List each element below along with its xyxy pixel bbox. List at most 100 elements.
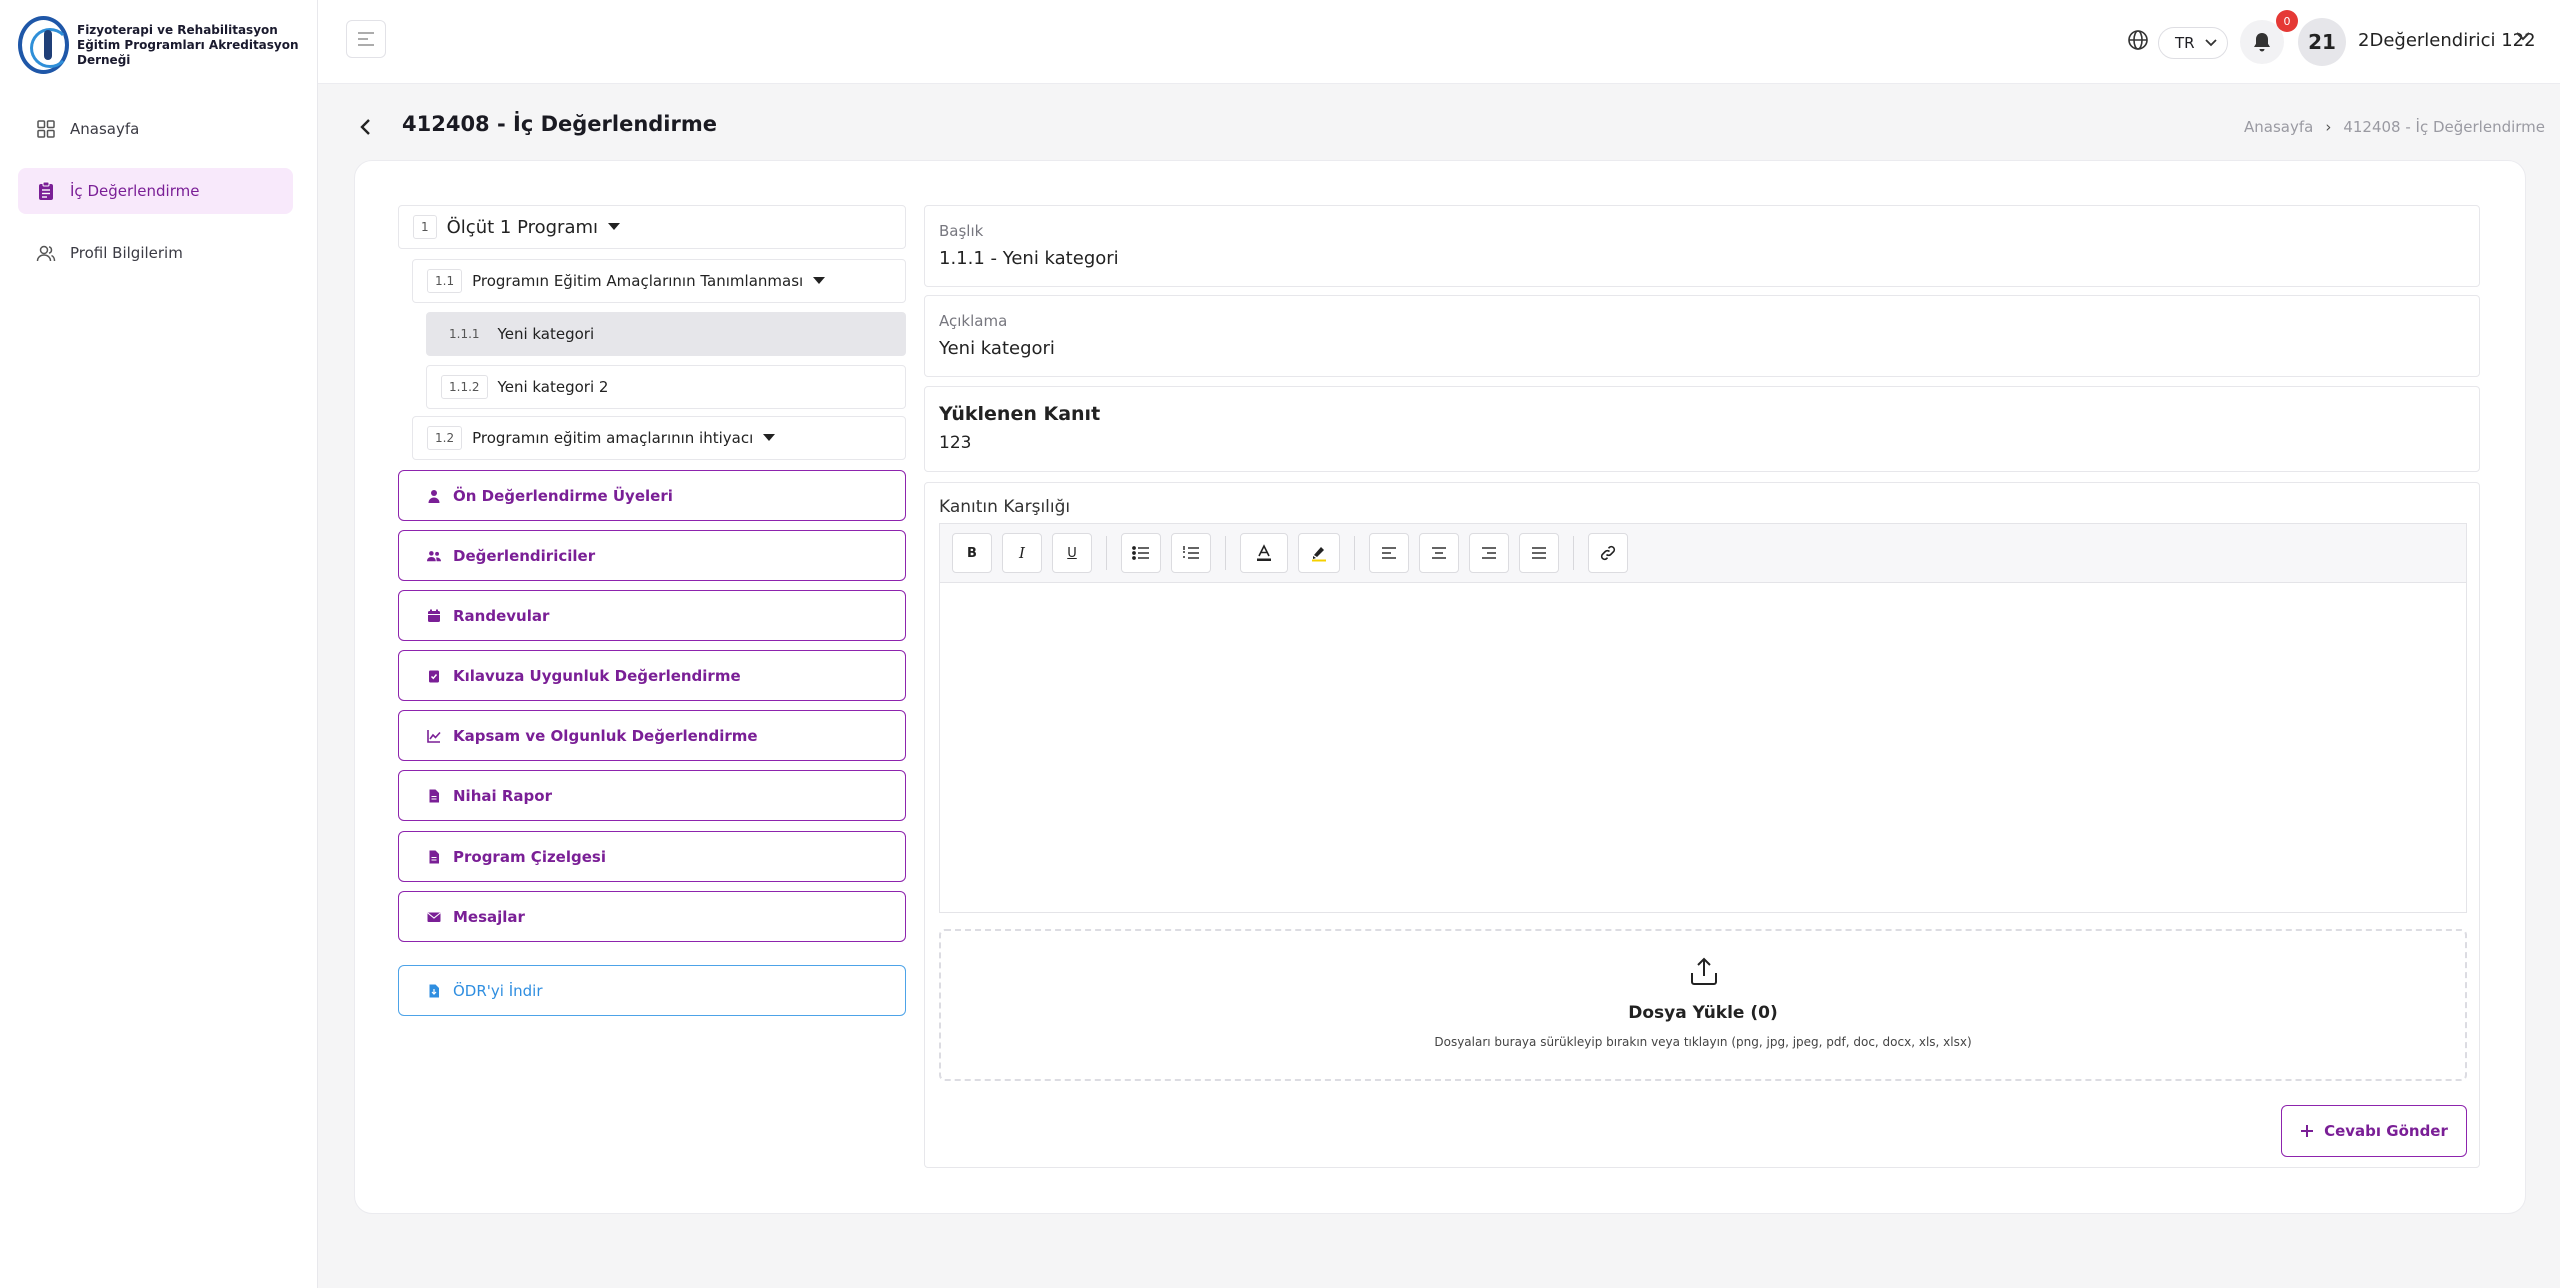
align-center-icon — [1432, 547, 1446, 559]
users-icon — [427, 550, 441, 561]
highlighter-icon — [1312, 547, 1326, 562]
button-label: Randevular — [453, 606, 550, 625]
brand-line-1: Fizyoterapi ve Rehabilitasyon — [77, 22, 278, 37]
clipboard-check-icon — [429, 670, 439, 682]
sidebar-item-label: İç Değerlendirme — [70, 182, 200, 200]
cevabi-gonder-button[interactable]: Cevabı Gönder — [2281, 1105, 2467, 1157]
program-cizelgesi-button[interactable]: Program Çizelgesi — [398, 831, 906, 882]
kilavuza-uygunluk-button[interactable]: Kılavuza Uygunluk Değerlendirme — [398, 650, 906, 701]
baslik-label: Başlık — [939, 222, 984, 240]
ordered-list-button[interactable] — [1171, 533, 1211, 573]
tree-node-1[interactable]: 1 Ölçüt 1 Programı — [398, 205, 906, 249]
chevron-down-icon — [2205, 39, 2217, 47]
button-label: ÖDR'yi İndir — [453, 981, 543, 1000]
plus-icon — [2301, 1125, 2314, 1137]
sidebar-item-ic-degerlendirme[interactable]: İç Değerlendirme — [18, 168, 293, 214]
sidebar-item-anasayfa[interactable]: Anasayfa — [18, 106, 293, 152]
brand-line-2: Eğitim Programları Akreditasyon Derneği — [77, 37, 299, 67]
chevron-down-icon — [813, 277, 826, 284]
user-name[interactable]: 2Değerlendirici 122 — [2358, 30, 2536, 51]
toolbar-divider — [1354, 536, 1355, 570]
tree-node-label: Yeni kategori — [497, 325, 595, 343]
button-label: Nihai Rapor — [453, 786, 552, 805]
editor-title: Kanıtın Karşılığı — [939, 497, 1071, 517]
chevron-down-icon — [608, 223, 621, 230]
tree-node-number: 1.2 — [427, 426, 463, 450]
file-icon — [429, 850, 439, 863]
italic-icon: I — [1019, 544, 1025, 562]
tree-node-label: Programın eğitim amaçlarının ihtiyacı — [472, 429, 754, 447]
tree-node-number: 1 — [413, 215, 437, 239]
yuklenen-kanit-label: Yüklenen Kanıt — [939, 403, 1101, 425]
bold-button[interactable]: B — [952, 533, 992, 573]
menu-toggle-button[interactable] — [346, 20, 386, 58]
mesajlar-button[interactable]: Mesajlar — [398, 891, 906, 942]
logo-icon — [18, 16, 70, 74]
align-left-button[interactable] — [1369, 533, 1409, 573]
toolbar-divider — [1106, 536, 1107, 570]
text-color-icon — [1257, 544, 1271, 561]
back-arrow-icon[interactable] — [356, 115, 376, 139]
breadcrumb-current: 412408 - İç Değerlendirme — [2343, 118, 2546, 136]
yuklenen-kanit-value: 123 — [939, 433, 972, 453]
kapsam-olgunluk-button[interactable]: Kapsam ve Olgunluk Değerlendirme — [398, 710, 906, 761]
chart-line-icon — [427, 729, 441, 743]
highlight-button[interactable] — [1298, 533, 1340, 573]
button-label: Değerlendiriciler — [453, 546, 596, 565]
align-justify-button[interactable] — [1519, 533, 1559, 573]
upload-hint: Dosyaları buraya sürükleyip bırakın veya… — [1434, 1035, 1972, 1049]
user-icon — [428, 489, 440, 503]
sidebar-nav: Anasayfa İç Değerlendirme Profil Bilgile… — [18, 106, 293, 292]
tree-node-number: 1.1 — [427, 269, 463, 293]
tree-node-label: Ölçüt 1 Programı — [446, 216, 599, 238]
envelope-icon — [427, 912, 441, 922]
toolbar-divider — [1573, 536, 1574, 570]
baslik-panel: Başlık 1.1.1 - Yeni kategori — [924, 205, 2480, 287]
page-title: 412408 - İç Değerlendirme — [402, 112, 717, 136]
align-right-button[interactable] — [1469, 533, 1509, 573]
align-center-button[interactable] — [1419, 533, 1459, 573]
bullet-list-icon — [1132, 546, 1149, 560]
odr-indir-button[interactable]: ÖDR'yi İndir — [398, 965, 906, 1016]
tree-node-1-1[interactable]: 1.1 Programın Eğitim Amaçlarının Tanımla… — [412, 259, 906, 303]
randevular-button[interactable]: Randevular — [398, 590, 906, 641]
notification-count-badge: 0 — [2276, 10, 2298, 32]
sidebar-item-profil[interactable]: Profil Bilgilerim — [18, 230, 293, 276]
text-color-button[interactable] — [1240, 533, 1288, 573]
bell-icon — [2254, 33, 2270, 52]
avatar[interactable]: 21 — [2298, 18, 2346, 66]
breadcrumb-separator: › — [2325, 118, 2332, 136]
button-label: Ön Değerlendirme Üyeleri — [453, 486, 673, 505]
on-degerlendirme-uyeleri-button[interactable]: Ön Değerlendirme Üyeleri — [398, 470, 906, 521]
tree-node-1-1-2[interactable]: 1.1.2 Yeni kategori 2 — [426, 365, 906, 409]
chevron-down-icon — [763, 434, 776, 441]
underline-button[interactable]: U — [1052, 533, 1092, 573]
tree-node-1-2[interactable]: 1.2 Programın eğitim amaçlarının ihtiyac… — [412, 416, 906, 460]
link-button[interactable] — [1588, 533, 1628, 573]
sidebar: Fizyoterapi ve Rehabilitasyon Eğitim Pro… — [0, 0, 318, 1288]
underline-icon: U — [1067, 545, 1077, 561]
button-label: Program Çizelgesi — [453, 847, 606, 866]
degerlendiriciler-button[interactable]: Değerlendiriciler — [398, 530, 906, 581]
bullet-list-button[interactable] — [1121, 533, 1161, 573]
brand-logo[interactable]: Fizyoterapi ve Rehabilitasyon Eğitim Pro… — [18, 16, 317, 74]
tree-node-number: 1.1.1 — [449, 327, 480, 341]
users-icon — [36, 245, 56, 262]
language-value: TR — [2175, 34, 2195, 52]
rich-text-editor[interactable] — [939, 583, 2467, 913]
file-upload-dropzone[interactable]: Dosya Yükle (0) Dosyaları buraya sürükle… — [939, 929, 2467, 1081]
breadcrumb-home[interactable]: Anasayfa — [2244, 118, 2313, 136]
globe-icon[interactable] — [2126, 28, 2150, 52]
brand-text: Fizyoterapi ve Rehabilitasyon Eğitim Pro… — [77, 23, 317, 68]
link-icon — [1600, 545, 1616, 561]
nihai-rapor-button[interactable]: Nihai Rapor — [398, 770, 906, 821]
clipboard-icon — [39, 181, 53, 200]
italic-button[interactable]: I — [1002, 533, 1042, 573]
tree-node-1-1-1[interactable]: 1.1.1 Yeni kategori — [426, 312, 906, 356]
breadcrumb: Anasayfa › 412408 - İç Değerlendirme — [2244, 118, 2545, 136]
align-justify-icon — [1532, 547, 1546, 559]
topbar: TR 0 21 2Değerlendirici 122 — [318, 0, 2560, 84]
chevron-down-icon[interactable] — [2516, 32, 2530, 41]
kanit-karsiligi-section: Kanıtın Karşılığı B I U Dosya Yükle (0) … — [924, 482, 2480, 1168]
language-select[interactable]: TR — [2158, 27, 2228, 59]
